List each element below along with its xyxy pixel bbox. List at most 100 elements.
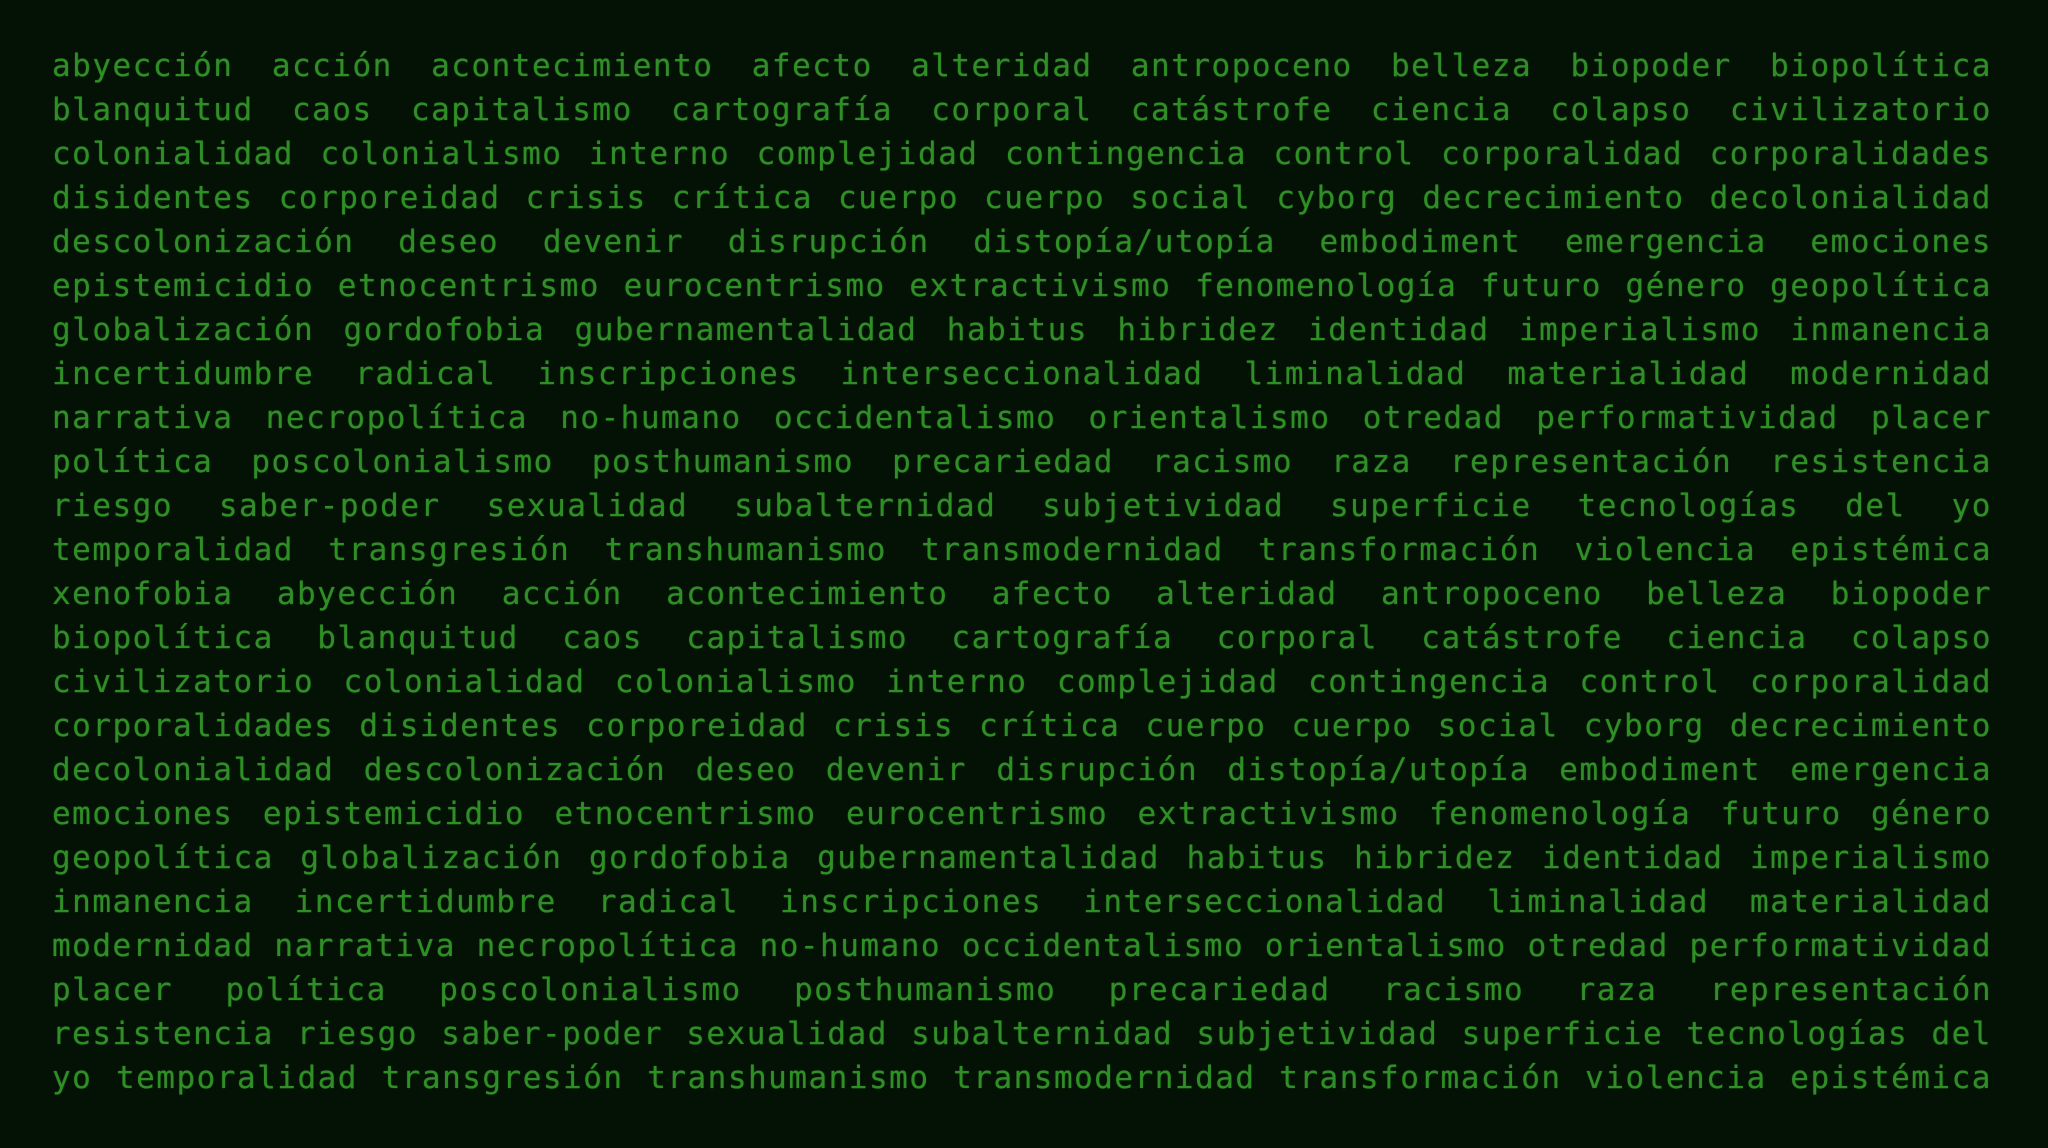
word: colonialismo [320, 136, 563, 172]
word: subjetividad [1196, 1016, 1439, 1052]
word: crítica [979, 708, 1121, 744]
word: modernidad [52, 928, 254, 964]
word: deseo [695, 752, 797, 788]
word: acción [501, 576, 623, 612]
word: epistémica [1790, 1060, 1992, 1096]
word: representación [1709, 972, 1992, 1008]
word-line: biopolítica blanquitud caos capitalismo cart… [52, 616, 1992, 660]
word: cartografía [951, 620, 1174, 656]
word: control [1579, 664, 1721, 700]
word-cloud-screen: abyección acción acontecimiento afecto alter… [0, 0, 2048, 1148]
word-line: blanquitud caos capitalismo cartografía corp… [52, 88, 1992, 132]
word: inmanencia [52, 884, 254, 920]
word: contingencia [1004, 136, 1247, 172]
word: sexualidad [686, 1016, 888, 1052]
word: epistemicidio [52, 268, 315, 304]
word: eurocentrismo [623, 268, 886, 304]
word: otredad [1362, 400, 1504, 436]
word: antropoceno [1130, 48, 1353, 84]
word: del [1845, 488, 1906, 524]
word: política [225, 972, 387, 1008]
word: fenomenología [1195, 268, 1458, 304]
word: decrecimiento [1729, 708, 1992, 744]
word: posthumanismo [794, 972, 1057, 1008]
word: decolonialidad [52, 752, 335, 788]
word: género [1625, 268, 1747, 304]
word: civilizatorio [52, 664, 315, 700]
word: cuerpo [984, 180, 1106, 216]
word: precariedad [892, 444, 1114, 480]
word: disidentes [359, 708, 562, 744]
word: biopolítica [52, 620, 274, 656]
word: placer [52, 972, 173, 1008]
word: embodiment [1319, 224, 1522, 260]
word: corporalidad [1750, 664, 1992, 700]
word: interno [886, 664, 1028, 700]
word: civilizatorio [1729, 92, 1992, 128]
word: necropolítica [265, 400, 528, 436]
word: capitalismo [686, 620, 909, 656]
word-line: modernidad narrativa necropolítica no-human… [52, 924, 1992, 968]
word: decrecimiento [1422, 180, 1685, 216]
word: descolonización [52, 224, 355, 260]
word: necropolítica [476, 928, 739, 964]
word: saber-poder [218, 488, 441, 524]
word: gordofobia [343, 312, 546, 348]
word: corporal [931, 92, 1093, 128]
word: ciencia [1370, 92, 1512, 128]
word: incertidumbre [294, 884, 557, 920]
word: temporalidad [52, 532, 294, 568]
word: complejidad [1056, 664, 1279, 700]
word-block: abyección acción acontecimiento afecto alter… [52, 44, 1992, 1100]
word: crítica [671, 180, 813, 216]
word: otredad [1527, 928, 1669, 964]
word: emociones [1810, 224, 1992, 260]
word: inmanencia [1790, 312, 1992, 348]
word-line: abyección acción acontecimiento afecto alter… [52, 44, 1992, 88]
word: transmodernidad [921, 532, 1224, 568]
word-line: riesgo saber-poder sexualidad subalternidad… [52, 484, 1992, 528]
word: blanquitud [52, 92, 254, 128]
word: transmodernidad [953, 1060, 1256, 1096]
word: disidentes [52, 180, 254, 216]
word: distopía/utopía [973, 224, 1276, 260]
word: futuro [1480, 268, 1602, 304]
word: cuerpo [1145, 708, 1267, 744]
word-line: incertidumbre radical inscripciones interse… [52, 352, 1992, 396]
word: etnocentrismo [337, 268, 600, 304]
word-line: civilizatorio colonialidad colonialismo int… [52, 660, 1992, 704]
word: acción [271, 48, 393, 84]
word: orientalismo [1264, 928, 1507, 964]
word: corporalidad [1441, 136, 1684, 172]
word: disrupción [727, 224, 930, 260]
word: saber-poder [441, 1016, 664, 1052]
word: epistémica [1790, 532, 1992, 568]
word: performatividad [1689, 928, 1992, 964]
word: del [1931, 1016, 1992, 1052]
word: liminalidad [1244, 356, 1467, 392]
word: subalternidad [911, 1016, 1174, 1052]
word-line: política poscolonialismo posthumanismo prec… [52, 440, 1992, 484]
word: afecto [751, 48, 873, 84]
word: poscolonialismo [439, 972, 742, 1008]
word: acontecimiento [431, 48, 714, 84]
word: yo [1951, 488, 1992, 524]
word: hibridez [1117, 312, 1279, 348]
word: colapso [1850, 620, 1992, 656]
word: inscripciones [780, 884, 1043, 920]
word: interno [588, 136, 731, 172]
word: subalternidad [734, 488, 997, 524]
word: social [1437, 708, 1559, 744]
word: deseo [398, 224, 500, 260]
word: cyborg [1583, 708, 1705, 744]
word: devenir [542, 224, 685, 260]
word: globalización [52, 312, 315, 348]
word: superficie [1330, 488, 1532, 524]
word: eurocentrismo [845, 796, 1109, 832]
word: transgresión [381, 1060, 624, 1096]
word: distopía/utopía [1227, 752, 1530, 788]
word: resistencia [1770, 444, 1992, 480]
word: emergencia [1790, 752, 1992, 788]
word: abyección [276, 576, 459, 612]
word: occidentalismo [773, 400, 1057, 436]
